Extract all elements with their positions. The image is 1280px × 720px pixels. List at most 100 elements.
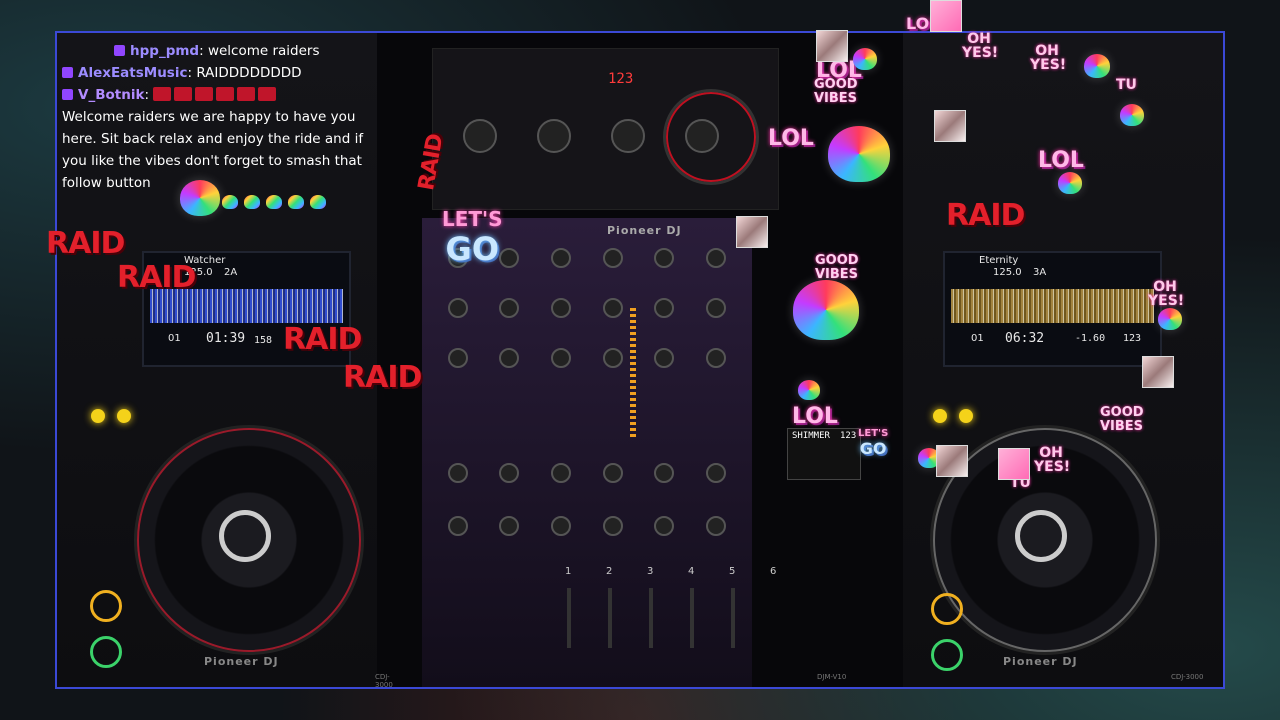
raid-emote-icon (216, 87, 235, 101)
eq-knob[interactable] (706, 298, 727, 318)
oh-yes-sticker: OH YES! (1034, 445, 1071, 475)
eq-knob[interactable] (654, 298, 675, 318)
deck-model: CDJ-3000 (1171, 673, 1204, 681)
time-readout: 06:32 (1005, 331, 1045, 346)
chat-text: Welcome raiders we are happy to have you… (62, 109, 364, 191)
eq-knob[interactable] (499, 298, 520, 318)
send-knob[interactable] (551, 516, 572, 536)
time-readout: 01:39 (206, 331, 246, 346)
channel-fader[interactable] (567, 588, 571, 648)
eq-knob[interactable] (654, 348, 675, 368)
track-number: 01 (971, 333, 984, 344)
raid-emote-icon (174, 87, 193, 101)
gain-knob[interactable] (654, 248, 675, 268)
track-number: 01 (168, 333, 181, 344)
loop-in-button[interactable] (933, 409, 947, 423)
eq-knob[interactable] (551, 298, 572, 318)
lol-sticker: LOL (768, 126, 814, 151)
twitch-badge-icon (62, 89, 73, 100)
send-knob[interactable] (654, 516, 675, 536)
chat-message: V_Botnik: Welcome raiders we are happy t… (62, 84, 382, 214)
rainbow-heart-icon (793, 280, 859, 340)
jog-wheel[interactable] (137, 428, 361, 652)
rainbow-heart-icon (1084, 54, 1110, 78)
gain-knob[interactable] (602, 248, 623, 268)
gain-knob[interactable] (551, 248, 572, 268)
emote-tile-icon (936, 445, 968, 477)
eq-knob[interactable] (447, 348, 468, 368)
emote-tile-icon (1142, 356, 1174, 388)
emote-tile-icon (736, 216, 768, 248)
key-readout: 3A (1033, 267, 1047, 278)
raid-sticker: RAID (946, 198, 1025, 233)
rainbow-heart-icon (222, 195, 238, 209)
send-knob[interactable] (447, 516, 468, 536)
good-vibes-sticker: GOOD VIBES (1100, 405, 1144, 434)
fx-display: SHIMMER 123 (787, 428, 861, 480)
effects-bpm-display: 123 (608, 71, 634, 87)
filter-knob[interactable] (654, 463, 675, 483)
waveform (951, 289, 1154, 323)
effects-jog[interactable] (663, 89, 759, 185)
loop-in-button[interactable] (91, 409, 105, 423)
rainbow-heart-icon (244, 195, 260, 209)
chat-username: hpp_pmd (130, 43, 200, 59)
play-button[interactable] (90, 636, 122, 668)
twitch-badge-icon (62, 67, 73, 78)
raid-emote-icon (258, 87, 277, 101)
lets-go-sticker: LET'S GO (858, 428, 888, 458)
eq-knob[interactable] (551, 348, 572, 368)
effects-knob[interactable] (463, 119, 497, 153)
filter-knob[interactable] (602, 463, 623, 483)
channel-number: 2 (606, 566, 613, 577)
raid-emote-icon (153, 87, 172, 101)
channel-number: 3 (647, 566, 654, 577)
rainbow-heart-icon (1120, 104, 1144, 126)
play-button[interactable] (931, 639, 963, 671)
eq-knob[interactable] (602, 298, 623, 318)
rainbow-heart-icon (828, 126, 890, 182)
fx-name: SHIMMER (792, 431, 830, 441)
chat-username: AlexEatsMusic (78, 65, 188, 81)
send-knob[interactable] (602, 516, 623, 536)
channel-fader[interactable] (608, 588, 612, 648)
channel-fader[interactable] (649, 588, 653, 648)
effects-knob[interactable] (537, 119, 571, 153)
filter-knob[interactable] (551, 463, 572, 483)
raid-sticker: RAID (117, 260, 196, 295)
loop-out-button[interactable] (117, 409, 131, 423)
eq-knob[interactable] (447, 298, 468, 318)
rainbow-heart-icon (853, 48, 877, 70)
raid-sticker: RAID (46, 226, 125, 261)
jog-center (219, 510, 271, 562)
channel-fader[interactable] (731, 588, 735, 648)
chat-text: welcome raiders (207, 43, 320, 59)
deck-brand: Pioneer DJ (1003, 655, 1078, 668)
bpm-readout: 125.0 (993, 267, 1022, 278)
lol-sticker: LOL (1038, 148, 1084, 173)
eq-knob[interactable] (602, 348, 623, 368)
effects-knob[interactable] (611, 119, 645, 153)
chat-message: hpp_pmd: welcome raiders (62, 40, 382, 62)
filter-knob[interactable] (499, 463, 520, 483)
cue-button[interactable] (90, 590, 122, 622)
eq-knob[interactable] (499, 348, 520, 368)
send-knob[interactable] (706, 516, 727, 536)
eq-knob[interactable] (706, 348, 727, 368)
oh-yes-sticker: OH YES! (1148, 279, 1185, 309)
filter-knob[interactable] (447, 463, 468, 483)
track-title: Eternity (979, 255, 1019, 266)
chat-username: V_Botnik (78, 87, 145, 103)
rainbow-heart-icon (1058, 172, 1082, 194)
cue-button[interactable] (931, 593, 963, 625)
channel-fader[interactable] (690, 588, 694, 648)
raid-emote-icon (237, 87, 256, 101)
emote-tile-icon (930, 0, 962, 32)
mixer-brand: Pioneer DJ (607, 224, 682, 237)
mixer-model: DJM-V10 (817, 673, 847, 681)
gain-knob[interactable] (706, 248, 727, 268)
channel-number: 5 (729, 566, 736, 577)
loop-out-button[interactable] (959, 409, 973, 423)
filter-knob[interactable] (706, 463, 727, 483)
send-knob[interactable] (499, 516, 520, 536)
